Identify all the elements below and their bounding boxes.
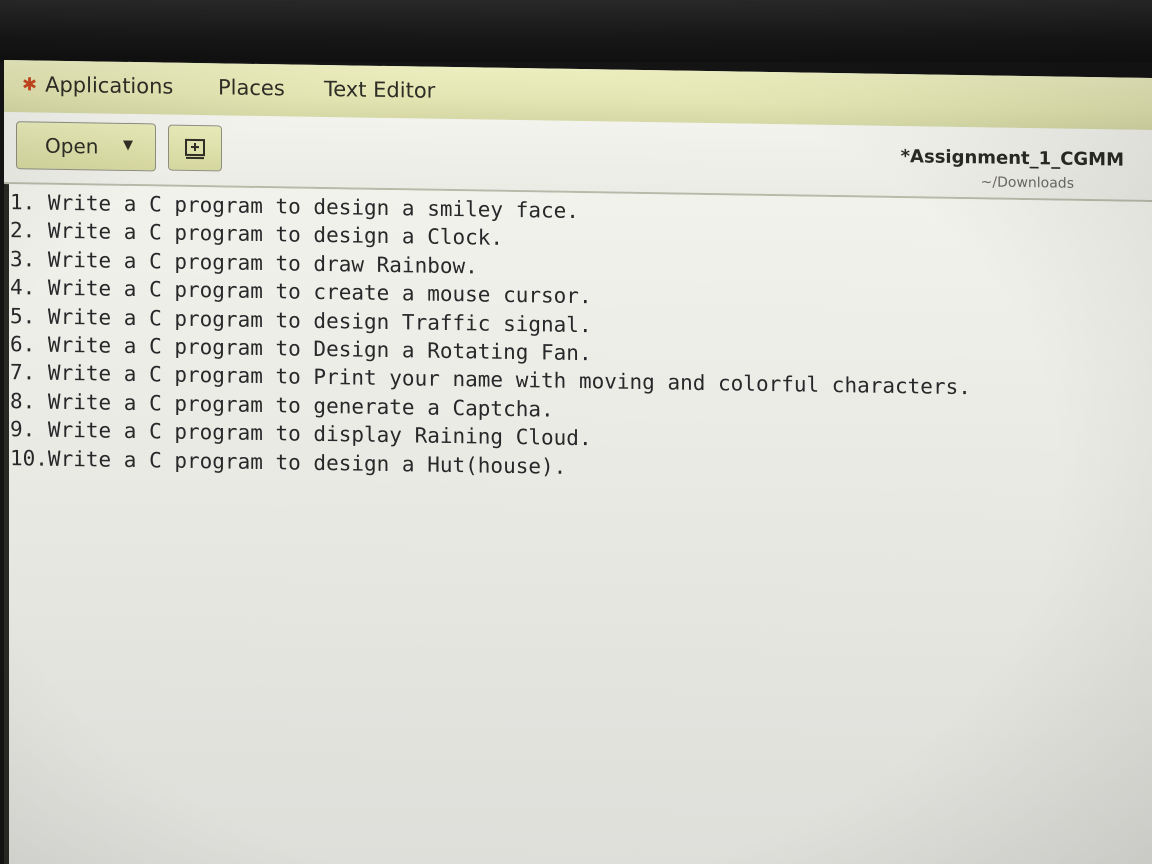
text-editor-area[interactable]: 1. Write a C program to design a smiley …	[4, 184, 1152, 864]
desktop: ✱ Applications Places Text Editor Open ▼ …	[4, 60, 1152, 864]
places-menu[interactable]: Places	[218, 75, 285, 100]
editor-left-edge	[4, 184, 9, 864]
document-path: ~/Downloads	[980, 174, 1074, 192]
applications-menu[interactable]: ✱ Applications	[22, 72, 174, 99]
new-document-icon	[185, 138, 205, 160]
gnome-foot-icon: ✱	[22, 74, 38, 96]
monitor-bezel	[0, 0, 1152, 62]
chevron-down-icon: ▼	[123, 137, 133, 154]
photo-of-screen: ✱ Applications Places Text Editor Open ▼ …	[0, 0, 1152, 864]
app-menu-text-editor[interactable]: Text Editor	[324, 77, 435, 103]
new-document-button[interactable]	[168, 124, 222, 172]
open-button[interactable]: Open ▼	[16, 121, 156, 172]
editor-text[interactable]: 1. Write a C program to design a smiley …	[10, 188, 971, 487]
document-title: *Assignment_1_CGMM	[900, 146, 1124, 171]
open-button-label: Open	[45, 133, 99, 159]
applications-label: Applications	[45, 72, 174, 99]
window-title: *Assignment_1_CGMM ~/Downloads	[901, 146, 1124, 193]
